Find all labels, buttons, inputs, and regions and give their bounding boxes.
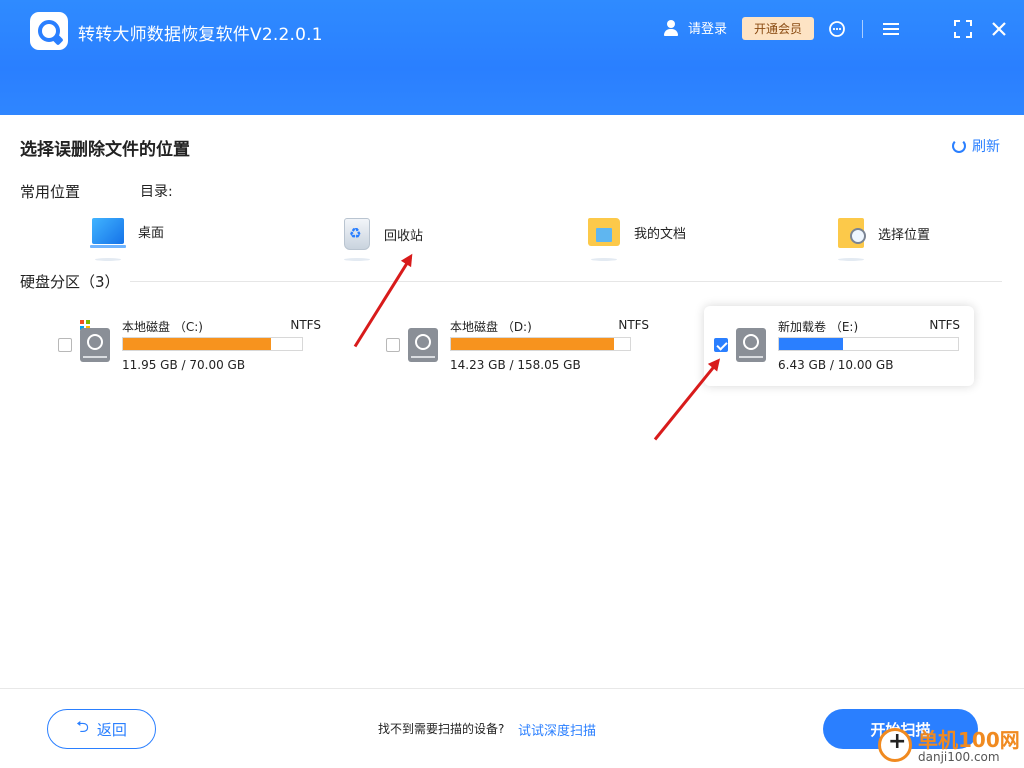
watermark-url: danji100.com: [918, 750, 1000, 764]
recycle-bin-icon: [344, 218, 370, 250]
site-watermark: 单机100网 danji100.com: [876, 724, 1022, 768]
user-icon: [662, 19, 680, 37]
menu-icon[interactable]: [880, 18, 902, 40]
title-bar: 转转大师数据恢复软件V2.2.0.1 请登录 开通会员: [0, 0, 1024, 115]
fullscreen-icon[interactable]: [952, 18, 974, 40]
common-locations-label: 常用位置: [20, 183, 81, 201]
login-label: 请登录: [688, 22, 728, 37]
disk-card-d[interactable]: 本地磁盘 （D:) NTFS 14.23 GB / 158.05 GB: [376, 306, 649, 386]
close-icon[interactable]: [988, 18, 1010, 40]
disk-usage-fill: [451, 338, 614, 350]
refresh-label: 刷新: [972, 139, 1000, 155]
disk-size: 11.95 GB / 70.00 GB: [122, 358, 246, 372]
select-location-icon: [838, 218, 866, 248]
icon-shadow: [838, 258, 864, 261]
hard-drive-icon: [80, 328, 110, 362]
location-desktop[interactable]: 桌面: [90, 218, 165, 248]
no-device-text: 找不到需要扫描的设备?: [378, 722, 505, 736]
disk-filesystem: NTFS: [929, 318, 960, 332]
page-title: 选择误删除文件的位置: [20, 140, 190, 160]
directory-label: 目录:: [140, 184, 173, 200]
app-title: 转转大师数据恢复软件V2.2.0.1: [78, 25, 323, 45]
icon-shadow: [591, 258, 617, 261]
disk-count: （3）: [80, 273, 120, 291]
footer-divider: [0, 688, 1024, 689]
watermark-title: 单机100网: [918, 728, 1020, 752]
location-label: 我的文档: [634, 226, 687, 242]
disk-card-c[interactable]: 本地磁盘 （C:) NTFS 11.95 GB / 70.00 GB: [48, 306, 321, 386]
vip-button[interactable]: 开通会员: [742, 17, 814, 40]
documents-folder-icon: [588, 218, 620, 246]
disk-checkbox[interactable]: [58, 338, 72, 352]
icon-shadow: [95, 258, 121, 261]
hard-drive-icon: [736, 328, 766, 362]
location-my-documents[interactable]: 我的文档: [588, 218, 686, 246]
section-divider: [130, 281, 1002, 282]
hard-drive-icon: [408, 328, 438, 362]
back-arrow-icon: ⮌: [76, 716, 89, 736]
disk-filesystem: NTFS: [290, 318, 321, 332]
disk-name: 本地磁盘 （C:): [122, 320, 203, 334]
header-divider: [862, 20, 863, 38]
icon-shadow: [344, 258, 370, 261]
location-select[interactable]: 选择位置: [838, 218, 930, 248]
app-logo-icon: [30, 12, 68, 50]
disk-card-e[interactable]: 新加载卷 （E:) NTFS 6.43 GB / 10.00 GB: [704, 306, 974, 386]
disk-usage-bar: [450, 337, 631, 351]
disk-usage-bar: [122, 337, 303, 351]
location-label: 桌面: [138, 225, 165, 241]
login-button[interactable]: 请登录: [662, 18, 727, 37]
support-icon[interactable]: [826, 18, 848, 40]
disk-usage-fill: [123, 338, 272, 350]
refresh-icon: [952, 139, 966, 153]
disk-size: 14.23 GB / 158.05 GB: [450, 358, 581, 372]
disk-checkbox-checked[interactable]: [714, 338, 728, 352]
deep-scan-link[interactable]: 试试深度扫描: [518, 720, 596, 739]
disk-partitions-title: 硬盘分区: [20, 273, 81, 291]
disk-usage-bar: [778, 337, 959, 351]
back-label: 返回: [96, 720, 127, 739]
refresh-button[interactable]: 刷新: [952, 136, 1000, 156]
back-button[interactable]: ⮌ 返回: [47, 709, 156, 749]
desktop-icon: [90, 218, 126, 248]
disk-usage-fill: [779, 338, 843, 350]
disk-filesystem: NTFS: [618, 318, 649, 332]
location-label: 选择位置: [878, 227, 931, 243]
disk-partitions-label: 硬盘分区（3）: [20, 271, 120, 292]
watermark-logo-icon: [878, 728, 912, 762]
annotation-arrow-disk-e: [653, 360, 720, 441]
disk-name: 新加载卷 （E:): [778, 320, 859, 334]
location-recycle-bin[interactable]: 回收站: [344, 218, 423, 250]
disk-size: 6.43 GB / 10.00 GB: [778, 358, 894, 372]
disk-checkbox[interactable]: [386, 338, 400, 352]
disk-name: 本地磁盘 （D:): [450, 320, 532, 334]
location-label: 回收站: [384, 228, 424, 244]
